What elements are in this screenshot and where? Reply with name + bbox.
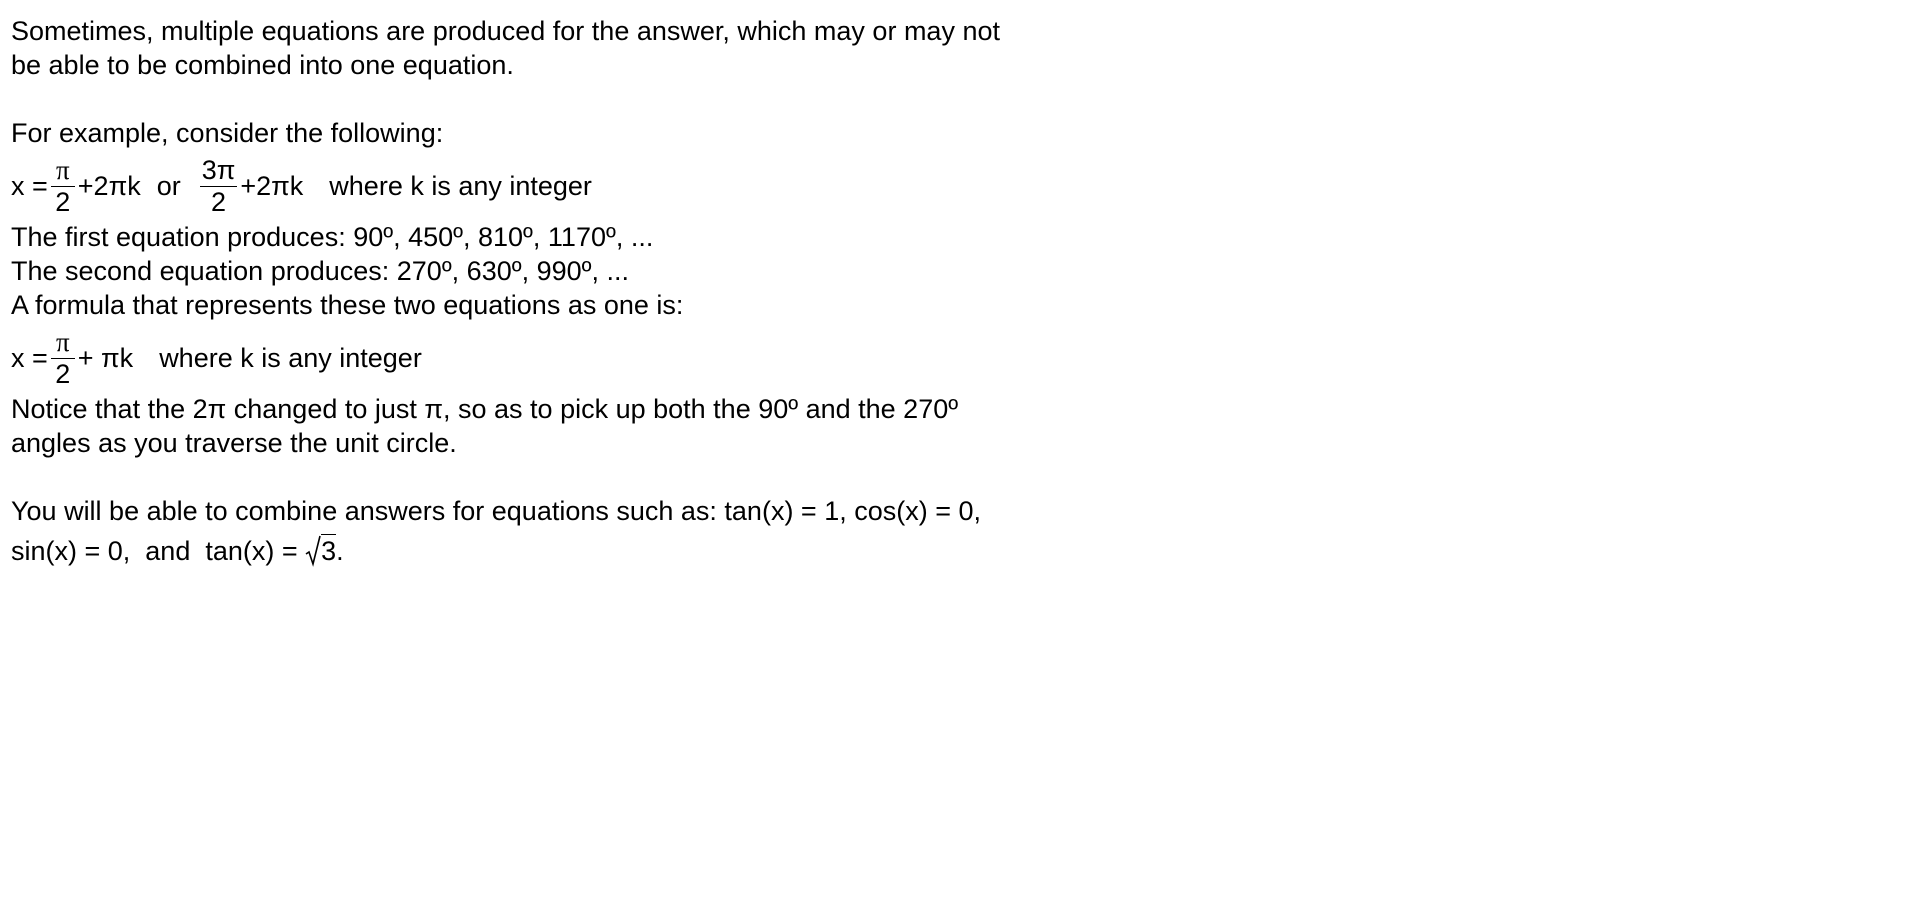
radicand: 3 [321, 534, 337, 566]
equation-note: where k is any integer [329, 171, 592, 201]
fraction-denominator: 2 [211, 187, 227, 217]
first-equation-values: The first equation produces: 90º, 450º, … [11, 222, 654, 252]
equation-note: where k is any integer [159, 343, 422, 373]
square-root: 3 [305, 534, 337, 568]
notice-line-2: angles as you traverse the unit circle. [11, 428, 457, 458]
equation-connector: or [156, 171, 181, 201]
document-page: Sometimes, multiple equations are produc… [11, 14, 1071, 568]
equation-combined: x = π 2 + πk where k is any integer [11, 324, 1071, 392]
fraction-denominator: 2 [55, 187, 71, 217]
example-intro: For example, consider the following: [11, 118, 444, 148]
fraction-numerator: 3π [199, 155, 238, 187]
intro-line-2: be able to be combined into one equation… [11, 50, 514, 80]
combine-line-2: sin(x) = 0, and tan(x) = 3. [11, 534, 1071, 568]
radical-sign-icon [305, 535, 321, 567]
formula-intro: A formula that represents these two equa… [11, 290, 684, 320]
combine-line-2-text: sin(x) = 0, and tan(x) = [11, 536, 306, 566]
notice-line-1: Notice that the 2π changed to just π, so… [11, 394, 959, 424]
fraction-numerator: π [50, 156, 75, 187]
fraction-denominator: 2 [55, 359, 71, 389]
equation-lhs: x = [11, 171, 48, 201]
fraction-pi-over-2: π 2 [50, 328, 75, 389]
equation-lhs: x = [11, 343, 48, 373]
equation-term: + πk [77, 343, 134, 373]
fraction-pi-over-2: π 2 [50, 156, 75, 217]
equation-term: +2πk [77, 171, 141, 201]
fraction-numerator: π [50, 328, 75, 359]
combine-line-1: You will be able to combine answers for … [11, 496, 982, 526]
equation-term: +2πk [240, 171, 304, 201]
combine-line-2-end: . [336, 536, 344, 566]
intro-line-1: Sometimes, multiple equations are produc… [11, 16, 1000, 46]
equation-two-solutions: x = π 2 +2πk or 3π 2 +2πk where k is any… [11, 152, 1071, 220]
second-equation-values: The second equation produces: 270º, 630º… [11, 256, 630, 286]
fraction-3pi-over-2: 3π 2 [199, 155, 238, 217]
